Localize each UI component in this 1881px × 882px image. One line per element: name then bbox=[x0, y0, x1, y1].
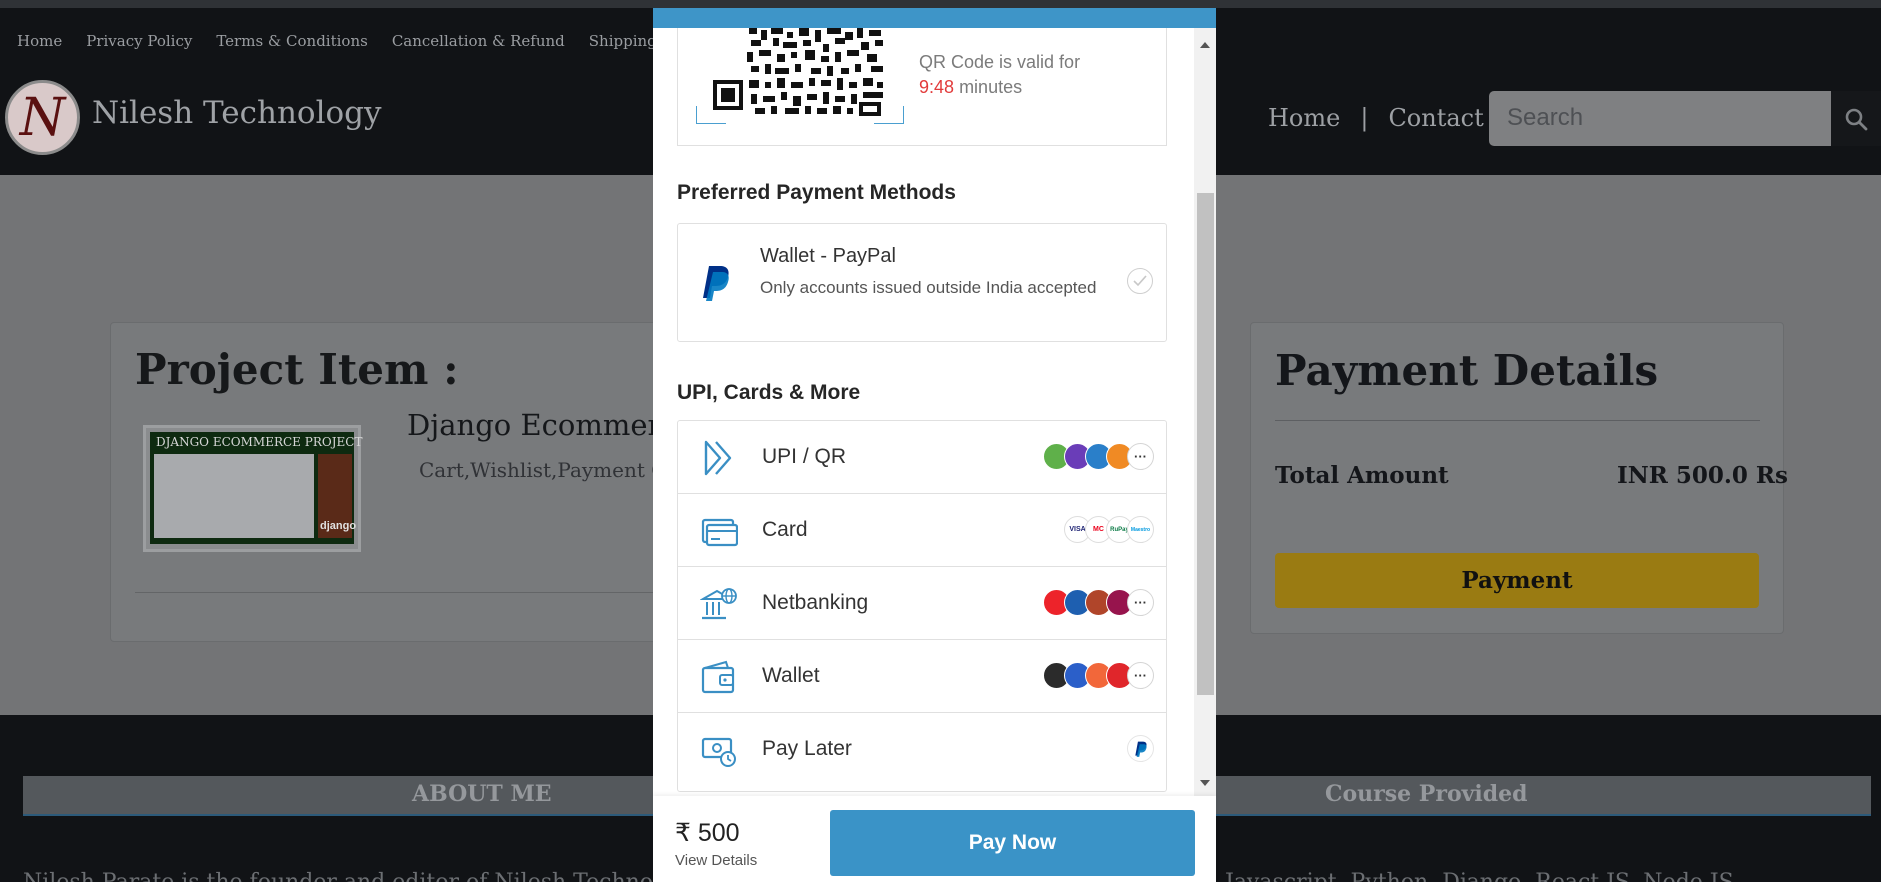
thumbnail-screenshot bbox=[154, 454, 314, 538]
payment-methods-list: UPI / QR ··· Card VISA MC RuPay Maestro … bbox=[677, 420, 1167, 792]
paypal-note: Only accounts issued outside India accep… bbox=[760, 278, 1097, 297]
footer-about-text: Nilesh Parate is the founder and editor … bbox=[23, 870, 743, 882]
method-label: Pay Later bbox=[762, 737, 852, 760]
qr-section: QR Code is valid for 9:48 minutes bbox=[677, 28, 1167, 146]
qr-frame-corner bbox=[874, 106, 904, 124]
footer-course-heading: Course Provided bbox=[1325, 781, 1528, 807]
upi-app-logos: ··· bbox=[1043, 443, 1154, 470]
more-icon: ··· bbox=[1127, 589, 1154, 616]
payment-modal: QR Code is valid for 9:48 minutes Prefer… bbox=[653, 8, 1216, 882]
search-input[interactable]: Search bbox=[1489, 91, 1831, 146]
bank-logos: ··· bbox=[1043, 589, 1154, 616]
nav-contact[interactable]: Contact bbox=[1388, 104, 1483, 132]
qr-valid-suffix: minutes bbox=[959, 77, 1023, 97]
paypal-name: Wallet - PayPal bbox=[760, 245, 896, 267]
search-icon bbox=[1845, 108, 1868, 130]
thumbnail-image: DJANGO ECOMMERCE PROJECT django bbox=[150, 432, 362, 544]
more-icon: ··· bbox=[1127, 443, 1154, 470]
main-nav: Home | Contact bbox=[1268, 104, 1484, 132]
method-wallet[interactable]: Wallet ··· bbox=[678, 640, 1166, 713]
logo-letter: N bbox=[19, 87, 66, 148]
method-netbanking[interactable]: Netbanking ··· bbox=[678, 567, 1166, 640]
method-label: Netbanking bbox=[762, 591, 869, 614]
qr-valid-prefix: QR Code is valid for bbox=[919, 52, 1081, 72]
card-network-logos: VISA MC RuPay Maestro bbox=[1064, 516, 1154, 543]
bank-icon bbox=[700, 588, 737, 620]
upi-cards-heading: UPI, Cards & More bbox=[677, 381, 861, 404]
pay-amount: ₹ 500 bbox=[675, 819, 740, 847]
method-label: Wallet bbox=[762, 664, 820, 687]
qr-validity-text: QR Code is valid for 9:48 minutes bbox=[919, 50, 1080, 100]
modal-header-bar bbox=[653, 8, 1216, 28]
site-logo[interactable]: N bbox=[5, 80, 80, 155]
wallet-icon bbox=[701, 660, 735, 694]
preferred-methods-heading: Preferred Payment Methods bbox=[677, 181, 956, 204]
paypal-icon bbox=[1127, 735, 1154, 762]
method-upi[interactable]: UPI / QR ··· bbox=[678, 421, 1166, 494]
top-link-cancellation[interactable]: Cancellation & Refund bbox=[392, 32, 565, 50]
method-label: Card bbox=[762, 518, 808, 541]
method-label: UPI / QR bbox=[762, 445, 847, 468]
top-link-home[interactable]: Home bbox=[17, 32, 62, 50]
project-heading: Project Item : bbox=[135, 345, 459, 394]
wallet-logos: ··· bbox=[1043, 662, 1154, 689]
footer-course-text: Javascript, Python, Django, React JS, No… bbox=[1225, 870, 1734, 882]
total-amount-value: INR 500.0 Rs bbox=[1617, 462, 1788, 489]
view-details-link[interactable]: View Details bbox=[675, 852, 757, 869]
top-link-privacy[interactable]: Privacy Policy bbox=[86, 32, 192, 50]
total-amount-label: Total Amount bbox=[1275, 462, 1449, 489]
thumbnail-title: DJANGO ECOMMERCE PROJECT bbox=[156, 435, 363, 449]
check-icon[interactable] bbox=[1127, 268, 1153, 294]
top-link-terms[interactable]: Terms & Conditions bbox=[216, 32, 367, 50]
modal-scrollbar[interactable] bbox=[1194, 28, 1216, 796]
maestro-icon: Maestro bbox=[1127, 516, 1154, 543]
brand-name[interactable]: Nilesh Technology bbox=[92, 95, 382, 131]
method-card[interactable]: Card VISA MC RuPay Maestro bbox=[678, 494, 1166, 567]
nav-separator: | bbox=[1360, 104, 1369, 132]
paypal-icon bbox=[703, 266, 729, 301]
payment-details-heading: Payment Details bbox=[1275, 346, 1659, 395]
qr-frame-corner bbox=[696, 106, 726, 124]
scroll-up-arrow-icon[interactable] bbox=[1200, 42, 1210, 48]
upi-icon bbox=[704, 440, 732, 476]
more-icon: ··· bbox=[1127, 662, 1154, 689]
divider bbox=[135, 592, 695, 593]
divider bbox=[1275, 420, 1760, 421]
method-paylater[interactable]: Pay Later bbox=[678, 713, 1166, 791]
paylater-logos bbox=[1127, 735, 1154, 762]
thumbnail-django-label: django bbox=[320, 520, 357, 532]
top-links: Home Privacy Policy Terms & Conditions C… bbox=[17, 32, 701, 50]
paypal-option[interactable]: Wallet - PayPal Only accounts issued out… bbox=[677, 223, 1167, 342]
scrollbar-thumb[interactable] bbox=[1197, 193, 1214, 695]
browser-top-strip bbox=[0, 0, 1881, 8]
search-button[interactable] bbox=[1831, 91, 1881, 146]
modal-footer: ₹ 500 View Details Pay Now bbox=[653, 796, 1216, 882]
qr-code[interactable] bbox=[711, 28, 891, 118]
modal-scroll-area[interactable]: QR Code is valid for 9:48 minutes Prefer… bbox=[653, 28, 1216, 796]
project-thumbnail[interactable]: DJANGO ECOMMERCE PROJECT django bbox=[143, 425, 362, 552]
nav-home[interactable]: Home bbox=[1268, 104, 1340, 132]
paylater-icon bbox=[701, 737, 736, 767]
pay-now-button[interactable]: Pay Now bbox=[830, 810, 1195, 876]
footer-about-heading: ABOUT ME bbox=[412, 781, 552, 807]
project-subtitle: Cart,Wishlist,Payment G bbox=[419, 458, 668, 482]
card-icon bbox=[701, 518, 738, 547]
project-title: Django Ecommerce bbox=[407, 408, 695, 442]
scroll-down-arrow-icon[interactable] bbox=[1200, 780, 1210, 786]
qr-timer: 9:48 bbox=[919, 77, 955, 97]
payment-button[interactable]: Payment bbox=[1275, 553, 1759, 608]
